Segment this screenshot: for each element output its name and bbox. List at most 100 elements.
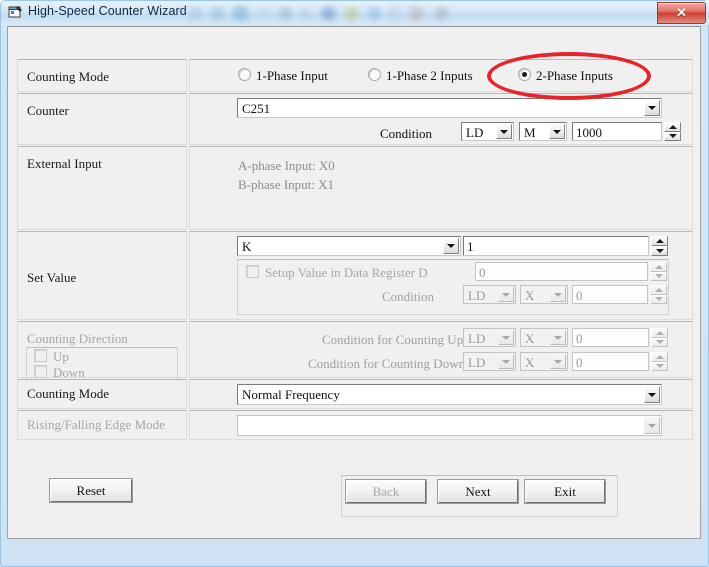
counter-condition-op-select[interactable]: LD bbox=[461, 122, 514, 141]
row-label-counting-mode-bottom: Counting Mode bbox=[17, 379, 187, 409]
counting-direction-down-label: Down bbox=[53, 365, 85, 380]
external-input-b-phase: B-phase Input: X1 bbox=[238, 177, 335, 192]
exit-button[interactable]: Exit bbox=[525, 480, 605, 503]
chevron-down-icon[interactable] bbox=[644, 386, 660, 403]
set-value-condition-label: Condition bbox=[382, 289, 435, 304]
counting-mode-select[interactable]: Normal Frequency bbox=[237, 384, 662, 405]
checkbox-box-icon bbox=[246, 265, 259, 278]
stepper-down-icon[interactable] bbox=[651, 337, 668, 347]
checkbox-box-icon bbox=[34, 349, 47, 362]
reset-button[interactable]: Reset bbox=[50, 479, 132, 502]
counting-up-condition-number-stepper[interactable] bbox=[651, 328, 668, 347]
radio-2-phase-inputs[interactable]: 2-Phase Inputs bbox=[518, 68, 613, 84]
counting-down-condition-number-stepper[interactable] bbox=[651, 352, 668, 371]
counter-condition-device-select[interactable]: M bbox=[519, 122, 567, 141]
radio-dot-icon bbox=[238, 68, 251, 81]
edge-mode-select[interactable] bbox=[237, 415, 662, 436]
row-field-set-value: K 1 Setup Value in Data Register D 0 Con… bbox=[189, 231, 693, 320]
radio-1-phase-input[interactable]: 1-Phase Input bbox=[238, 68, 328, 84]
row-label-edge-mode: Rising/Falling Edge Mode bbox=[17, 410, 187, 440]
counting-down-condition-op-value: LD bbox=[468, 355, 486, 370]
stepper-up-icon[interactable] bbox=[651, 352, 668, 362]
label-counting-mode-top: Counting Mode bbox=[27, 69, 109, 84]
set-value-type-select[interactable]: K bbox=[237, 236, 461, 256]
counter-select-value: C251 bbox=[242, 101, 271, 116]
title-bar[interactable]: High-Speed Counter Wizard ✕ bbox=[1, 1, 709, 25]
row-label-counting-mode-top: Counting Mode bbox=[17, 59, 187, 92]
stepper-up-icon[interactable] bbox=[664, 122, 681, 132]
close-button[interactable]: ✕ bbox=[657, 2, 706, 24]
stepper-down-icon[interactable] bbox=[650, 271, 667, 281]
chevron-down-icon[interactable] bbox=[498, 287, 514, 302]
data-register-value-input[interactable]: 0 bbox=[475, 262, 648, 281]
ghost-icon-10 bbox=[390, 6, 398, 20]
set-value-condition-number-input[interactable]: 0 bbox=[572, 285, 648, 304]
counter-condition-number-stepper[interactable] bbox=[664, 122, 681, 141]
ghost-icon-1 bbox=[189, 7, 202, 20]
row-label-counter: Counter bbox=[17, 93, 187, 145]
radio-label-1-phase-2-inputs: 1-Phase 2 Inputs bbox=[386, 68, 473, 83]
stepper-down-icon[interactable] bbox=[650, 294, 667, 304]
setup-value-in-data-register-checkbox[interactable]: Setup Value in Data Register D bbox=[246, 265, 428, 281]
label-counting-direction: Counting Direction bbox=[27, 331, 128, 346]
stepper-up-icon[interactable] bbox=[650, 285, 667, 295]
window-title: High-Speed Counter Wizard bbox=[28, 4, 187, 18]
counting-direction-up-label: Up bbox=[53, 349, 69, 364]
stepper-down-icon[interactable] bbox=[651, 361, 668, 371]
label-set-value: Set Value bbox=[27, 270, 77, 285]
row-field-counting-mode-bottom: Normal Frequency bbox=[189, 379, 693, 409]
set-value-condition-number-stepper[interactable] bbox=[650, 285, 667, 304]
counting-down-condition-number-input[interactable]: 0 bbox=[572, 352, 649, 371]
counting-up-condition-device-select[interactable]: X bbox=[520, 328, 568, 347]
ghost-icon-9 bbox=[368, 7, 381, 20]
stepper-up-icon[interactable] bbox=[651, 328, 668, 338]
stepper-down-icon[interactable] bbox=[651, 246, 668, 256]
row-label-set-value: Set Value bbox=[17, 231, 187, 320]
counter-condition-device-value: M bbox=[524, 125, 536, 140]
stepper-up-icon[interactable] bbox=[651, 236, 668, 246]
counting-up-condition-number-input[interactable]: 0 bbox=[572, 328, 649, 347]
chevron-down-icon[interactable] bbox=[644, 417, 660, 434]
set-value-stepper[interactable] bbox=[651, 236, 668, 256]
app-window-icon bbox=[8, 6, 22, 18]
counting-mode-value: Normal Frequency bbox=[242, 387, 340, 402]
counter-condition-number-input[interactable]: 1000 bbox=[572, 122, 662, 141]
back-button[interactable]: Back bbox=[346, 480, 426, 503]
chevron-down-icon[interactable] bbox=[443, 238, 459, 254]
counter-select[interactable]: C251 bbox=[237, 98, 662, 118]
chevron-down-icon[interactable] bbox=[644, 100, 660, 116]
set-value-condition-device-value: X bbox=[525, 288, 535, 303]
ghost-icon-6 bbox=[301, 9, 311, 19]
chevron-down-icon[interactable] bbox=[550, 330, 566, 345]
set-value-type-value: K bbox=[242, 239, 252, 254]
data-register-value-stepper[interactable] bbox=[650, 262, 667, 281]
row-label-counting-direction: Counting Direction Up Down bbox=[17, 321, 187, 387]
counting-down-condition-device-value: X bbox=[525, 355, 535, 370]
chevron-down-icon[interactable] bbox=[549, 124, 565, 139]
chevron-down-icon[interactable] bbox=[498, 354, 514, 369]
chevron-down-icon[interactable] bbox=[496, 124, 512, 139]
set-value-condition-op-select[interactable]: LD bbox=[463, 285, 516, 304]
radio-1-phase-2-inputs[interactable]: 1-Phase 2 Inputs bbox=[368, 68, 473, 84]
stepper-up-icon[interactable] bbox=[650, 262, 667, 272]
counting-down-condition-op-select[interactable]: LD bbox=[463, 352, 516, 371]
set-value-condition-device-select[interactable]: X bbox=[520, 285, 568, 304]
setup-value-in-data-register-label: Setup Value in Data Register D bbox=[265, 265, 428, 280]
ghost-icon-4 bbox=[257, 7, 270, 20]
set-value-input[interactable]: 1 bbox=[463, 236, 649, 256]
counting-direction-up-checkbox[interactable]: Up bbox=[34, 349, 69, 365]
stepper-down-icon[interactable] bbox=[664, 131, 681, 141]
counting-down-condition-device-select[interactable]: X bbox=[520, 352, 568, 371]
ghost-icon-7 bbox=[322, 7, 335, 20]
row-field-counting-direction: Condition for Counting Up LD X 0 Conditi… bbox=[189, 321, 693, 378]
counting-up-condition-op-select[interactable]: LD bbox=[463, 328, 516, 347]
chevron-down-icon[interactable] bbox=[550, 354, 566, 369]
chevron-down-icon[interactable] bbox=[550, 287, 566, 302]
label-counter: Counter bbox=[27, 103, 69, 118]
condition-for-counting-up-label: Condition for Counting Up bbox=[322, 332, 464, 347]
label-external-input: External Input bbox=[27, 156, 102, 171]
chevron-down-icon[interactable] bbox=[498, 330, 514, 345]
next-button[interactable]: Next bbox=[438, 480, 518, 503]
ghost-icon-3 bbox=[233, 6, 248, 21]
radio-label-1-phase-input: 1-Phase Input bbox=[256, 68, 328, 83]
